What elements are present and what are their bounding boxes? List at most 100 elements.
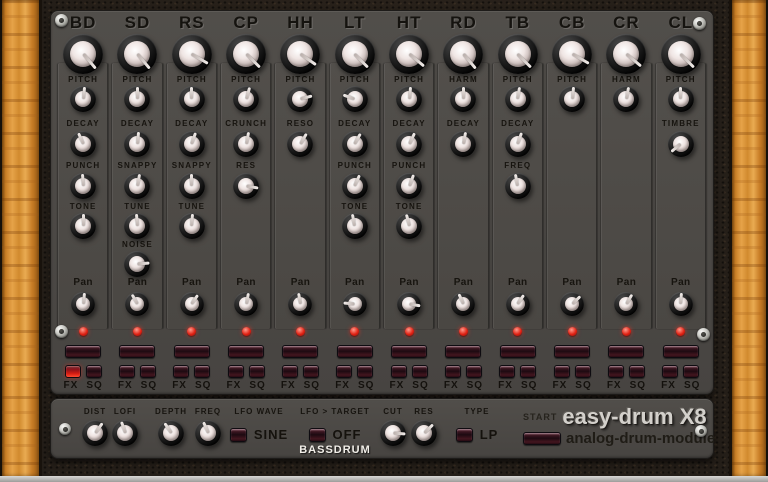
fx-button[interactable] [336,365,352,378]
param-knob-pitch[interactable] [396,86,422,112]
lfo-wave-button[interactable] [230,428,247,442]
fx-button[interactable] [391,365,407,378]
knob-pointer [136,87,139,99]
mod-knob-freq[interactable] [195,420,221,446]
fx-sq-labels: FXSQ [56,380,110,391]
param-knob-pitch[interactable] [233,86,259,112]
volume-knob[interactable] [172,34,212,74]
pan-knob[interactable] [669,292,693,316]
fx-button[interactable] [445,365,461,378]
param-knob-pitch[interactable] [559,86,585,112]
param-knob-res[interactable] [233,173,259,199]
trigger-button[interactable] [608,345,644,358]
trigger-button[interactable] [500,345,536,358]
volume-knob[interactable] [661,34,701,74]
fx-sq-buttons [491,365,545,378]
sq-label: SQ [358,380,374,391]
sq-button[interactable] [303,365,319,378]
param-knob-punch[interactable] [342,173,368,199]
lfo-target-button[interactable] [309,428,326,442]
param-knob-tone[interactable] [396,213,422,239]
sq-button[interactable] [683,365,699,378]
fx-sq-labels: FXSQ [110,380,164,391]
sq-button[interactable] [575,365,591,378]
param-knob-decay[interactable] [342,131,368,157]
param-knob-tone[interactable] [70,213,96,239]
fx-button[interactable] [282,365,298,378]
pan-knob[interactable] [560,292,584,316]
fx-button[interactable] [119,365,135,378]
trigger-button[interactable] [228,345,264,358]
param-knob-pitch[interactable] [179,86,205,112]
fx-sq-labels: FXSQ [382,380,436,391]
trigger-button[interactable] [391,345,427,358]
param-knob-pitch[interactable] [342,86,368,112]
volume-knob[interactable] [389,34,429,74]
filter-knob-res[interactable] [411,420,437,446]
mod-knob-depth[interactable] [158,420,184,446]
param-knob-punch[interactable] [70,173,96,199]
trigger-button[interactable] [119,345,155,358]
pan-knob[interactable] [506,292,530,316]
param-knob-pitch[interactable] [668,86,694,112]
trigger-button[interactable] [282,345,318,358]
filter-group-cut: CUT [376,407,410,446]
volume-knob[interactable] [335,34,375,74]
volume-knob[interactable] [63,34,103,74]
param-label-timbre: TIMBRE [649,119,713,128]
sq-button[interactable] [629,365,645,378]
pan-knob[interactable] [343,292,367,316]
param-knob-timbre[interactable] [668,131,694,157]
pan-knob[interactable] [71,292,95,316]
sq-button[interactable] [520,365,536,378]
param-knob-decay[interactable] [179,131,205,157]
sq-button[interactable] [466,365,482,378]
trigger-button[interactable] [174,345,210,358]
pan-knob[interactable] [234,292,258,316]
mod-knob-lofi[interactable] [112,420,138,446]
filter-knob-cut[interactable] [380,420,406,446]
param-knob-decay[interactable] [505,131,531,157]
fx-button[interactable] [499,365,515,378]
trigger-button[interactable] [554,345,590,358]
param-knob-pitch[interactable] [70,86,96,112]
trigger-button[interactable] [337,345,373,358]
screw-bottom-right [697,328,710,341]
volume-knob[interactable] [552,34,592,74]
fx-button[interactable] [65,365,81,378]
param-knob-crunch[interactable] [233,131,259,157]
pan-knob[interactable] [397,292,421,316]
sq-button[interactable] [249,365,265,378]
sq-button[interactable] [194,365,210,378]
param-knob-decay[interactable] [70,131,96,157]
sq-button[interactable] [412,365,428,378]
mod-knob-dist[interactable] [82,420,108,446]
pan-knob[interactable] [180,292,204,316]
param-knob-tone[interactable] [342,213,368,239]
sq-button[interactable] [86,365,102,378]
param-knob-freq[interactable] [505,173,531,199]
param-knob-decay[interactable] [396,131,422,157]
fx-label: FX [227,380,242,391]
volume-knob[interactable] [498,34,538,74]
filter-type-button[interactable] [456,428,473,442]
volume-knob[interactable] [226,34,266,74]
param-knob-punch[interactable] [396,173,422,199]
param-knob-tune[interactable] [179,213,205,239]
trigger-button[interactable] [65,345,101,358]
trigger-button[interactable] [445,345,481,358]
start-button[interactable] [523,432,561,445]
trigger-button[interactable] [663,345,699,358]
param-knob-snappy[interactable] [179,173,205,199]
param-knob-pitch[interactable] [505,86,531,112]
fx-label: FX [281,380,296,391]
fx-label: FX [444,380,459,391]
sq-button[interactable] [357,365,373,378]
trigger-led [622,327,631,336]
fx-button[interactable] [173,365,189,378]
fx-button[interactable] [228,365,244,378]
sq-button[interactable] [140,365,156,378]
fx-button[interactable] [662,365,678,378]
fx-button[interactable] [608,365,624,378]
fx-button[interactable] [554,365,570,378]
